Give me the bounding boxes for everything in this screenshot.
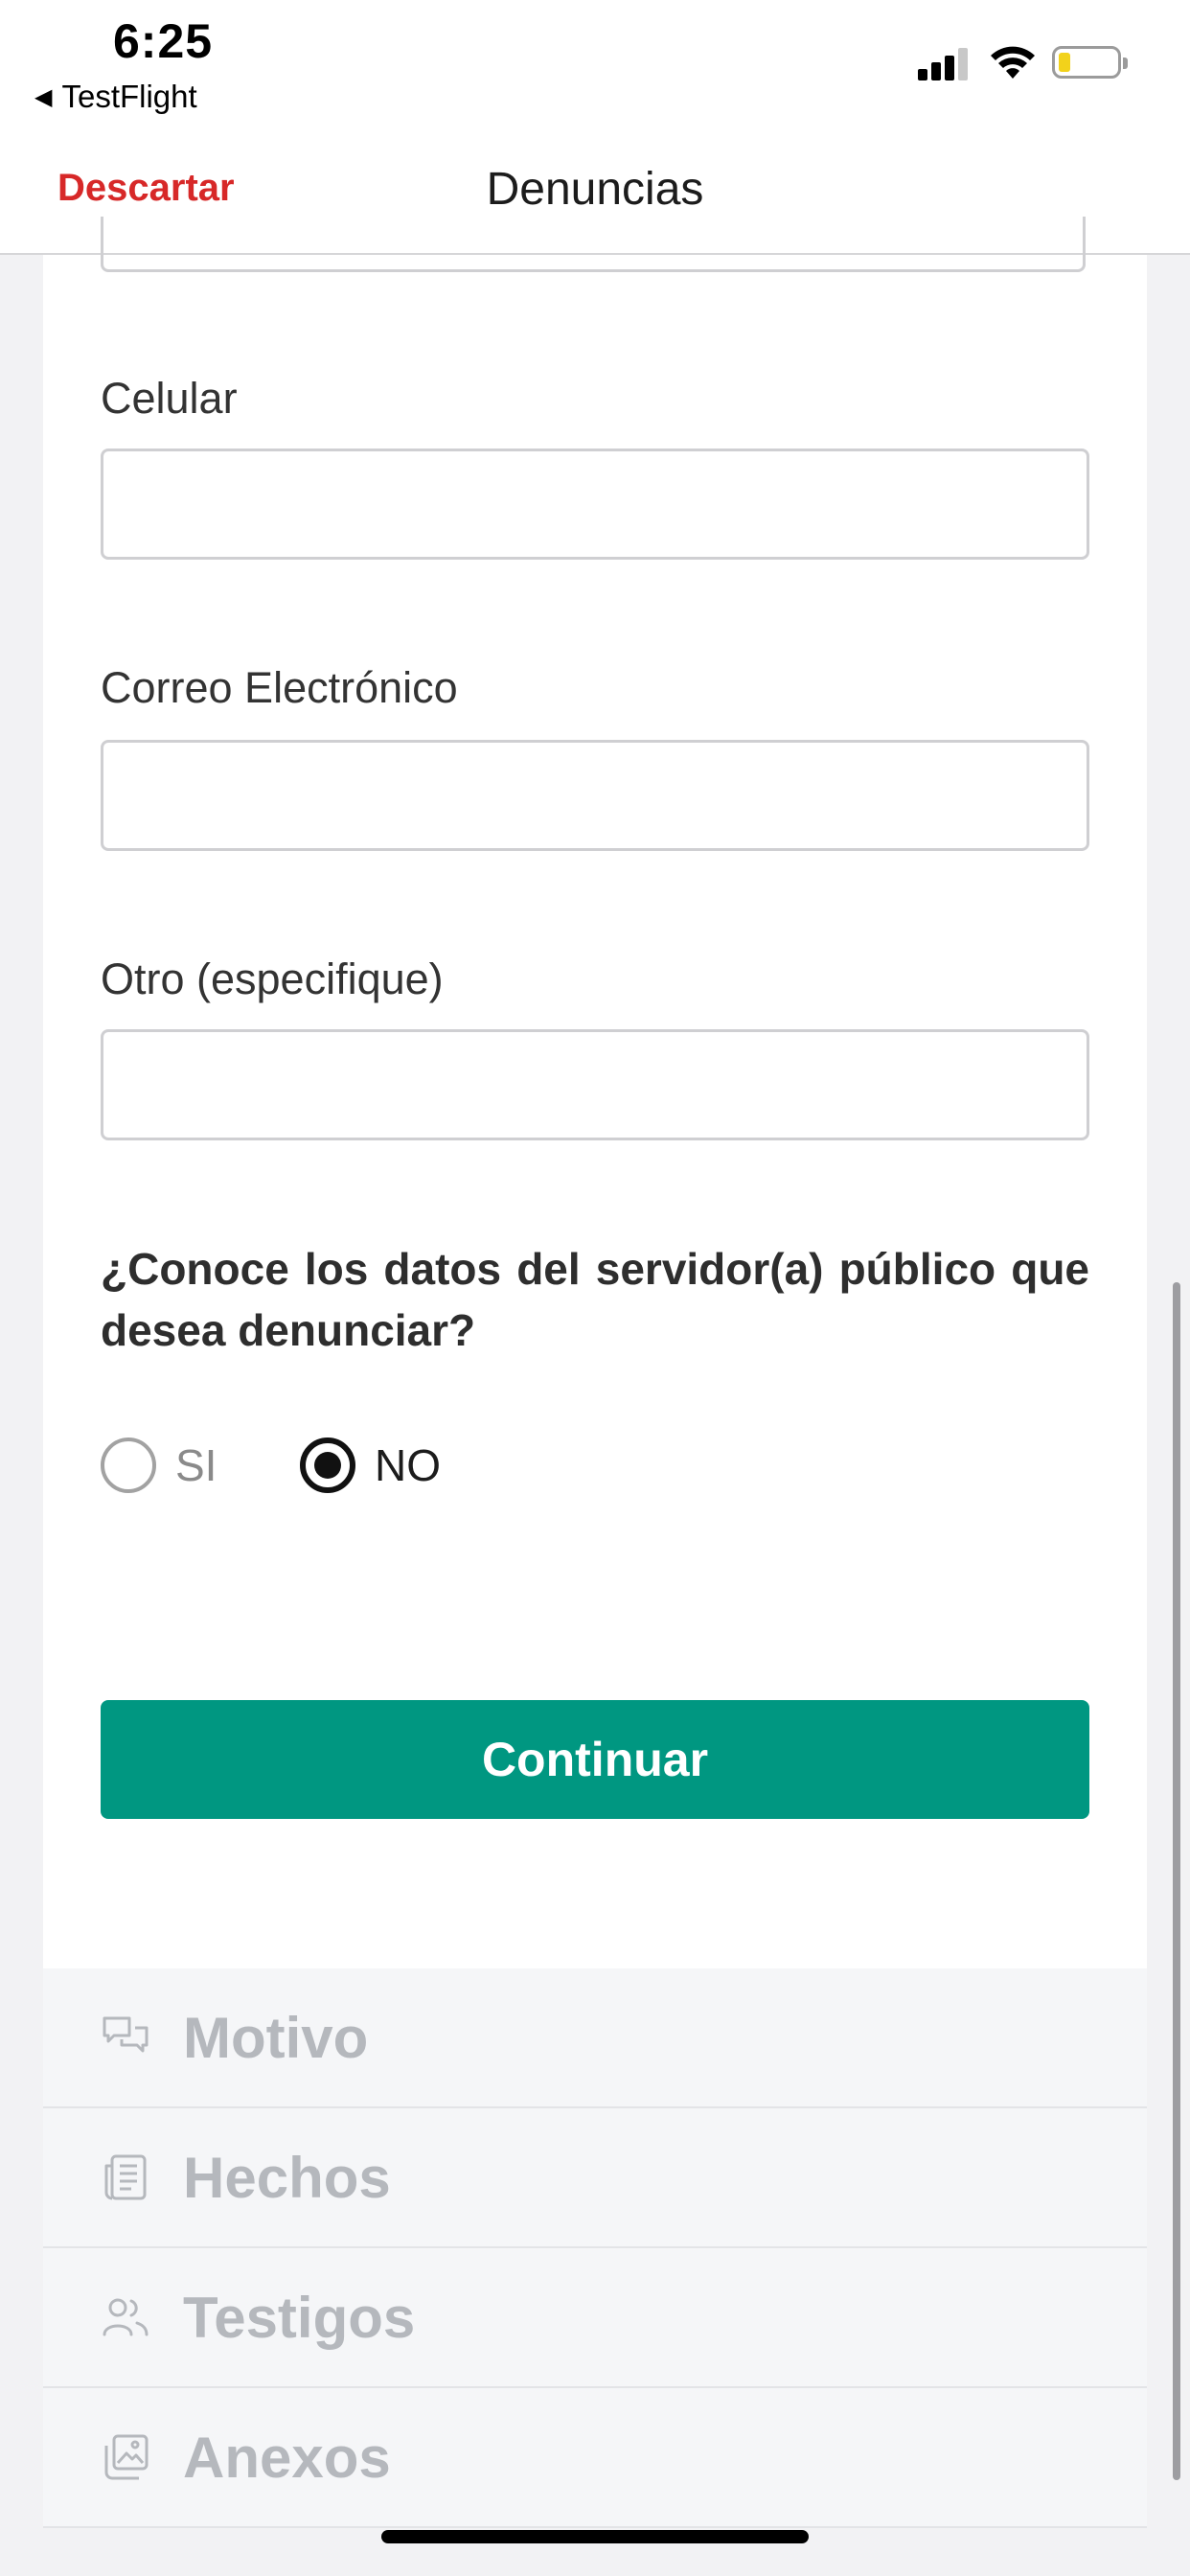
section-label-anexos: Anexos <box>183 2425 391 2490</box>
section-list: Motivo Hechos Testigos Anexos <box>43 1968 1147 2528</box>
status-time: 6:25 <box>113 14 214 68</box>
section-anexos[interactable]: Anexos <box>43 2388 1147 2528</box>
section-label-testigos: Testigos <box>183 2285 416 2350</box>
scroll-indicator[interactable] <box>1173 1282 1180 2480</box>
radio-label-no: NO <box>375 1440 441 1490</box>
cellular-signal-icon <box>918 48 970 80</box>
previous-input-field[interactable] <box>101 217 1086 272</box>
people-icon <box>103 2298 149 2336</box>
other-label: Otro (especifique) <box>101 954 444 1003</box>
back-app-label: TestFlight <box>61 79 197 114</box>
mobile-input[interactable] <box>101 448 1089 560</box>
public-servant-question: ¿Conoce los datos del servidor(a) públic… <box>101 1244 1089 1355</box>
wifi-icon <box>991 46 1035 79</box>
radio-option-si[interactable]: SI <box>101 1434 217 1497</box>
section-testigos[interactable]: Testigos <box>43 2248 1147 2388</box>
section-hechos[interactable]: Hechos <box>43 2108 1147 2248</box>
back-triangle-icon: ◀ <box>34 84 53 110</box>
images-icon <box>104 2434 149 2480</box>
status-bar: 6:25 ◀ TestFlight <box>0 0 1190 134</box>
document-list-icon <box>104 2154 147 2200</box>
chat-bubbles-icon <box>103 2016 149 2053</box>
section-motivo[interactable]: Motivo <box>43 1968 1147 2108</box>
radio-option-no[interactable]: NO <box>300 1434 441 1497</box>
continue-button[interactable]: Continuar <box>101 1700 1089 1819</box>
section-label-motivo: Motivo <box>183 2005 369 2070</box>
form-card: Celular Correo Electrónico Otro (especif… <box>43 217 1147 1968</box>
email-label: Correo Electrónico <box>101 663 458 712</box>
email-input[interactable] <box>101 740 1089 851</box>
radio-label-si: SI <box>175 1440 217 1490</box>
back-to-app-link[interactable]: ◀ TestFlight <box>34 79 197 115</box>
section-label-hechos: Hechos <box>183 2145 391 2210</box>
radio-unchecked-icon <box>101 1438 156 1493</box>
radio-checked-icon <box>300 1438 355 1493</box>
mobile-label: Celular <box>101 374 238 423</box>
other-input[interactable] <box>101 1029 1089 1140</box>
discard-button[interactable]: Descartar <box>57 167 235 210</box>
home-indicator[interactable] <box>381 2530 809 2543</box>
battery-icon <box>1052 46 1128 79</box>
